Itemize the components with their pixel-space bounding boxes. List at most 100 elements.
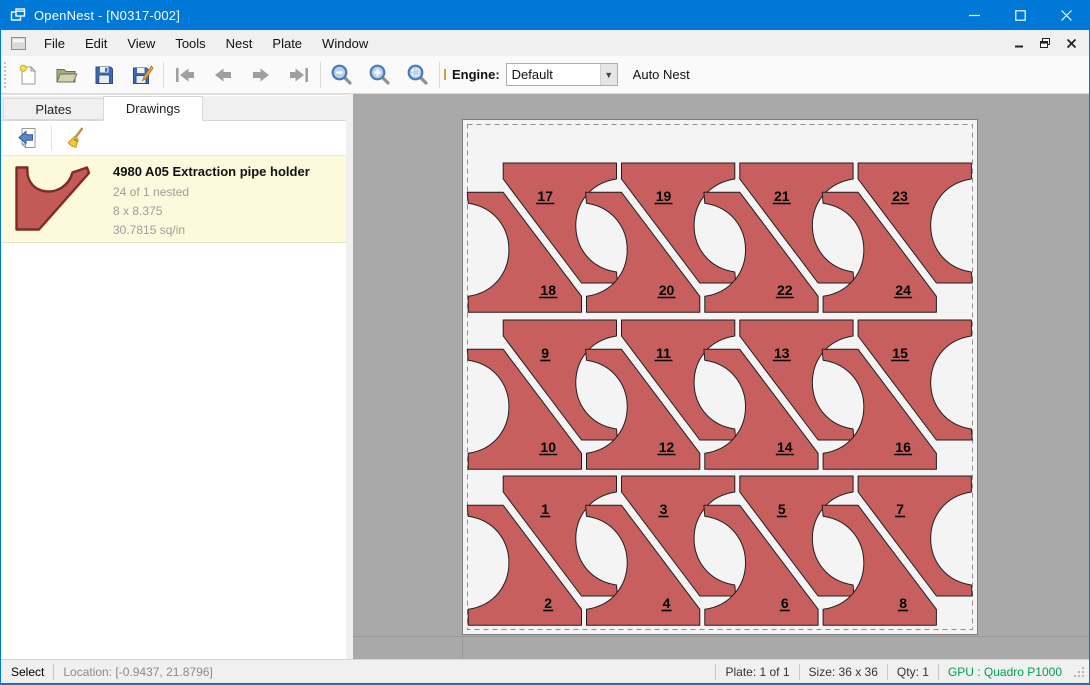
zoom-in-icon [368,63,392,87]
part-number-label: 3 [660,501,668,517]
mdi-minimize-icon [1015,39,1024,48]
toolbar-separator [51,126,52,150]
tab-drawings[interactable]: Drawings [103,96,203,121]
nested-part-pair: 12 [467,476,617,625]
open-button[interactable] [49,60,83,90]
nested-part-pair: 34 [586,476,736,625]
import-drawing-button[interactable] [13,124,43,152]
engine-select[interactable]: Default ▼ [506,63,618,86]
save-icon [92,63,116,87]
part-number-label: 19 [656,188,672,204]
mdi-window-controls [1009,34,1089,52]
toolbar-separator [163,62,164,88]
status-plate-count: Plate: 1 of 1 [725,665,789,679]
canvas-hscrollbar-thumb-edge [462,637,463,659]
previous-plate-button[interactable] [206,60,240,90]
menu-item-nest[interactable]: Nest [216,32,263,55]
mdi-document-icon[interactable] [11,37,26,50]
drawing-size: 8 x 8.375 [113,202,338,221]
menu-item-tools[interactable]: Tools [165,32,215,55]
menu-item-window[interactable]: Window [312,32,378,55]
status-location: Location: [-0.9437, 21.8796] [63,665,212,679]
main-toolbar: Engine: Default ▼ Auto Nest [1,56,1089,94]
panel-splitter[interactable] [346,94,353,659]
nested-part-pair: 1718 [467,163,617,312]
part-number-label: 15 [892,345,908,361]
status-mode: Select [11,665,44,679]
open-folder-icon [54,63,78,87]
maximize-icon [1015,10,1026,21]
part-number-label: 16 [895,439,911,455]
toolbar-separator [320,62,321,88]
mdi-minimize-button[interactable] [1009,34,1029,52]
first-plate-button[interactable] [168,60,202,90]
part-number-label: 5 [778,501,786,517]
part-number-label: 4 [663,595,671,611]
zoom-out-button[interactable] [325,60,359,90]
save-as-button[interactable] [125,60,159,90]
drawing-title: 4980 A05 Extraction pipe holder [113,164,338,179]
nested-part-pair: 1516 [822,320,972,469]
part-number-label: 17 [537,188,553,204]
menu-item-view[interactable]: View [117,32,165,55]
nested-part-pair: 56 [704,476,854,625]
auto-nest-button[interactable]: Auto Nest [627,63,696,86]
sidebar-panel: Plates Drawings [1,94,346,659]
main-body: Plates Drawings [1,94,1089,659]
mdi-restore-button[interactable] [1035,34,1055,52]
status-separator [799,664,800,680]
nest-canvas[interactable]: 171819202122232491011121314151612345678 [353,94,1089,659]
menu-item-plate[interactable]: Plate [262,32,312,55]
plate-sheet[interactable]: 171819202122232491011121314151612345678 [462,119,978,635]
zoom-in-button[interactable] [363,60,397,90]
save-button[interactable] [87,60,121,90]
nested-part-pair: 2324 [822,163,972,312]
next-arrow-icon [249,63,273,87]
part-number-label: 12 [659,439,675,455]
clean-button[interactable] [60,124,90,152]
zoom-out-icon [330,63,354,87]
resize-grip[interactable] [1072,665,1086,679]
part-number-label: 6 [781,595,789,611]
part-number-label: 8 [899,595,907,611]
chevron-down-icon[interactable]: ▼ [600,64,617,85]
part-number-label: 1 [541,501,549,517]
part-thumbnail [15,166,93,232]
new-file-icon [16,63,40,87]
mdi-close-button[interactable] [1061,34,1081,52]
last-arrow-icon [287,63,311,87]
menu-item-edit[interactable]: Edit [75,32,117,55]
part-number-label: 11 [656,345,671,361]
tab-plates[interactable]: Plates [3,98,103,120]
nested-part-pair: 11 12 [586,320,736,469]
engine-label: Engine: [452,67,500,82]
toolbar-separator [439,62,440,88]
minimize-button[interactable] [951,0,997,30]
caption-buttons [951,0,1089,30]
menu-item-file[interactable]: File [34,32,75,55]
app-icon [10,7,26,23]
menu-bar: File Edit View Tools Nest Plate Window [1,30,1089,56]
maximize-button[interactable] [997,0,1043,30]
broom-icon [63,126,87,150]
nested-part-pair: 2122 [704,163,854,312]
close-button[interactable] [1043,0,1089,30]
part-number-label: 13 [774,345,790,361]
last-plate-button[interactable] [282,60,316,90]
zoom-fit-button[interactable] [401,60,435,90]
next-plate-button[interactable] [244,60,278,90]
status-separator [887,664,888,680]
import-drawing-icon [16,126,40,150]
title-bar: OpenNest - [N0317-002] [1,0,1089,30]
canvas-hscrollbar[interactable] [353,636,1089,637]
part-number-label: 22 [777,282,793,298]
mdi-restore-icon [1040,38,1050,48]
part-number-label: 7 [896,501,904,517]
drawing-list-item[interactable]: 4980 A05 Extraction pipe holder 24 of 1 … [1,156,346,243]
part-number-label: 9 [541,345,549,361]
plate-drawing[interactable]: 171819202122232491011121314151612345678 [463,120,977,634]
zoom-fit-icon [406,63,430,87]
part-number-label: 20 [659,282,675,298]
new-button[interactable] [11,60,45,90]
toolbar-grip[interactable] [4,62,9,88]
